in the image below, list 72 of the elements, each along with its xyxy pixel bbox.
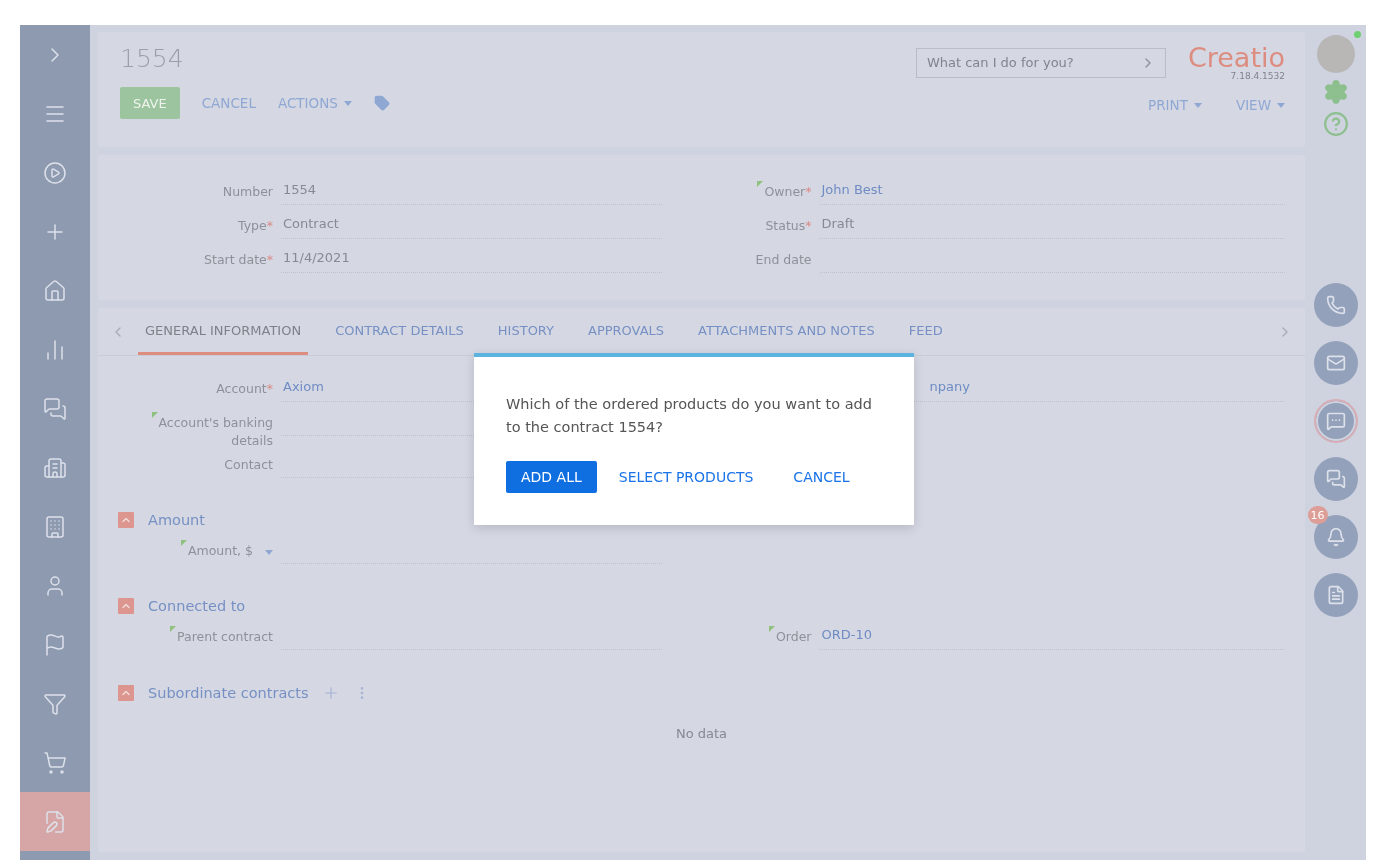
field-label: Number [221,183,273,201]
tag-icon[interactable] [373,95,390,111]
home-icon [43,278,67,303]
field-label: Status* [764,217,812,235]
document-edit-icon [43,809,67,834]
save-button[interactable]: SAVE [120,87,180,119]
field-value[interactable]: 1554 [281,177,662,205]
cancel-button[interactable]: CANCEL [201,95,256,111]
play-icon [43,160,67,185]
mail-icon [1325,353,1346,373]
version-text: 7.18.4.1532 [1229,71,1285,81]
funnel-icon [43,691,67,716]
tab[interactable]: CONTRACT DETAILS [328,308,471,355]
section-title: Amount [148,512,205,529]
add-all-button[interactable]: ADD ALL [506,461,597,494]
avatar[interactable] [1316,35,1355,73]
dialog-link-button[interactable]: SELECT PRODUCTS [618,469,754,486]
field-label: Contact [223,456,273,475]
field-label: Amount, $ [118,536,273,561]
chat-bubbles-icon [43,396,67,421]
tab[interactable]: ATTACHMENTS AND NOTES [691,308,882,355]
panel-button[interactable] [1313,457,1358,501]
tab[interactable]: APPROVALS [581,308,672,355]
field-label: End date [754,251,812,269]
dialog-link-button[interactable]: CANCEL [793,469,850,486]
field-label: Order [741,622,812,647]
tab[interactable]: HISTORY [490,308,561,355]
collapse-toggle[interactable] [118,512,134,529]
view-button[interactable]: VIEW [1235,97,1285,113]
field-value[interactable]: Draft [819,211,1285,239]
panel-button[interactable] [1313,399,1358,443]
flag-icon [43,632,67,657]
collapse-toggle[interactable] [118,598,134,615]
print-button[interactable]: PRINT [1148,97,1202,113]
chat-bubbles-icon [1325,469,1346,489]
settings-button[interactable] [1322,79,1349,105]
panel-button[interactable] [1313,341,1358,385]
field-label: Type* [237,217,273,235]
sidebar-item[interactable] [20,792,90,851]
field-value[interactable]: John Best [819,177,1285,205]
empty-text: No data [674,726,729,742]
field-label: Account's banking details [118,408,273,451]
field-value[interactable]: 11/4/2021 [281,245,662,273]
actions-button[interactable]: ACTIONS [277,95,352,111]
section-title: Subordinate contracts [148,685,309,702]
contact-building-icon [43,455,67,480]
field-label: Parent contract [118,622,273,647]
notification-badge: 16 [1307,506,1328,524]
caret-icon [1193,102,1202,108]
field-label: Start date* [203,251,273,269]
phone-icon [1325,295,1346,315]
panel-button[interactable] [1313,283,1358,327]
panel-button[interactable] [1313,573,1358,617]
message-icon [1325,411,1346,431]
building-icon [43,514,67,539]
caret-icon [343,100,352,106]
logo: Creatio [1187,44,1285,71]
field-value[interactable]: ORD-10 [819,622,1285,651]
tab[interactable]: GENERAL INFORMATION [138,308,309,355]
collapse-toggle[interactable] [118,685,134,702]
caret-icon[interactable] [265,550,273,556]
search-field[interactable]: What can I do for you? [915,47,1166,78]
section-title: Connected to [148,598,246,615]
caret-icon [1277,102,1285,108]
page-title: 1554 [120,44,185,73]
field-label: Account* [215,380,273,398]
tab[interactable]: FEED [901,308,950,355]
bell-icon [1325,527,1346,547]
help-button[interactable] [1322,111,1349,137]
cart-icon [43,750,67,775]
field-value[interactable]: Contract [281,211,662,239]
field-label: Owner* [741,177,812,202]
